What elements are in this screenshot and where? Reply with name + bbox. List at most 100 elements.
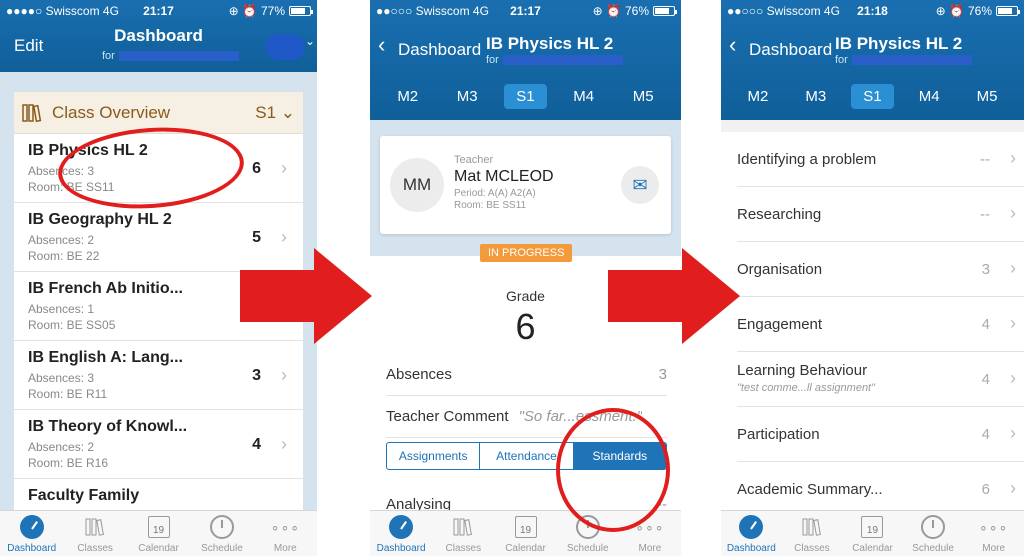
chevron-right-icon: › xyxy=(1010,423,1016,443)
chevron-right-icon: › xyxy=(1010,368,1016,388)
redacted-name xyxy=(118,51,239,62)
gauge-shape xyxy=(19,515,44,539)
books-icon xyxy=(22,103,42,122)
email-teacher-button[interactable]: ✉ xyxy=(621,166,659,204)
class-grade: 3 xyxy=(252,367,261,384)
standard-value: 4 xyxy=(981,426,990,443)
standard-value: 4 xyxy=(981,371,990,388)
chevron-right-icon: › xyxy=(281,158,287,178)
tab-schedule[interactable]: Schedule xyxy=(190,511,253,556)
status-bar: ●●●●○ Swisscom 4G 21:17 ⊕ ⏰ 77% xyxy=(0,0,317,22)
tab-dashboard[interactable]: Dashboard xyxy=(721,511,782,556)
standard-label: Researching xyxy=(737,206,822,223)
tab-m2[interactable]: M2 xyxy=(736,84,781,109)
class-name: Faculty Family xyxy=(28,487,140,504)
gauge-shape xyxy=(739,515,764,539)
page-subtitle: for xyxy=(486,54,623,66)
standard-value: 6 xyxy=(981,481,990,498)
books-icon xyxy=(799,514,825,540)
tab-classes[interactable]: Classes xyxy=(432,511,494,556)
account-switcher-button[interactable] xyxy=(265,34,315,60)
tab-label: More xyxy=(982,543,1006,554)
battery-icon xyxy=(996,6,1020,16)
absences-row[interactable]: Absences 3 xyxy=(386,354,667,396)
tab-label: Calendar xyxy=(852,543,893,554)
tab-s1[interactable]: S1 xyxy=(851,83,894,109)
lock-rotation-icon: ⊕ ⏰ xyxy=(935,4,964,18)
standards-screen: ●●○○○ Swisscom 4G 21:18 ⊕ ⏰ 76% ‹ Dashbo… xyxy=(721,0,1024,556)
calendar-day: 19 xyxy=(147,516,170,538)
teacher-comment-label: Teacher Comment xyxy=(386,408,509,425)
tab-label: Dashboard xyxy=(7,543,57,554)
redacted-name xyxy=(851,55,972,66)
chevron-right-icon: › xyxy=(1010,258,1016,278)
tab-m4[interactable]: M4 xyxy=(561,84,606,109)
chevron-left-icon[interactable]: ‹ xyxy=(378,34,385,56)
standard-label: Organisation xyxy=(737,261,823,278)
tab-more[interactable]: ∘∘∘ More xyxy=(963,511,1024,556)
tab-m3[interactable]: M3 xyxy=(793,84,838,109)
redacted-name xyxy=(502,55,623,66)
tab-m5[interactable]: M5 xyxy=(965,84,1010,109)
tab-label: Calendar xyxy=(138,543,179,554)
subtitle-for: for xyxy=(835,54,848,66)
standard-row[interactable]: Learning Behaviour "test comme...ll assig… xyxy=(737,352,1024,407)
back-button[interactable]: Dashboard xyxy=(398,40,481,60)
standard-comment: "test comme...ll assignment" xyxy=(737,382,876,394)
tab-classes[interactable]: Classes xyxy=(63,511,126,556)
calendar-icon: 19 xyxy=(146,514,172,540)
standards-list: Identifying a problem -- › Researching -- › Or… xyxy=(721,120,1024,517)
tab-m5[interactable]: M5 xyxy=(621,84,666,109)
tab-schedule[interactable]: Schedule xyxy=(903,511,964,556)
tab-label: Schedule xyxy=(566,543,609,554)
chevron-left-icon[interactable]: ‹ xyxy=(729,34,736,56)
class-name: IB Theory of Knowl... xyxy=(28,418,188,435)
chevron-right-icon: › xyxy=(1010,203,1016,223)
clock-icon xyxy=(209,514,235,540)
standard-row[interactable]: Identifying a problem -- › xyxy=(737,132,1024,187)
lock-rotation-icon: ⊕ ⏰ xyxy=(592,4,621,18)
dashboard-gauge-icon xyxy=(388,514,414,540)
standard-label: Academic Summary... xyxy=(737,481,883,498)
tab-classes[interactable]: Classes xyxy=(782,511,843,556)
tab-m3[interactable]: M3 xyxy=(445,84,490,109)
class-meta: Absences: 2 Room: BE R16 xyxy=(28,439,289,471)
tab-calendar[interactable]: 19 Calendar xyxy=(494,511,556,556)
status-bar: ●●○○○ Swisscom 4G 21:18 ⊕ ⏰ 76% xyxy=(721,0,1024,22)
standard-row[interactable]: Researching -- › xyxy=(737,187,1024,242)
tab-label: More xyxy=(638,543,662,554)
teacher-section: MM Teacher Mat MCLEOD Period: A(A) A2(A)… xyxy=(370,120,681,256)
more-dots-icon: ∘∘∘ xyxy=(979,514,1007,540)
back-button[interactable]: Dashboard xyxy=(749,40,832,60)
tab-dashboard[interactable]: Dashboard xyxy=(370,511,432,556)
clock-icon xyxy=(920,514,946,540)
dashboard-gauge-icon xyxy=(738,514,764,540)
tab-label: Schedule xyxy=(201,543,243,554)
tab-s1[interactable]: S1 xyxy=(504,83,547,109)
subtitle-for: for xyxy=(486,54,499,66)
tab-calendar[interactable]: 19 Calendar xyxy=(842,511,903,556)
term-segmented-control: M2 M3 S1 M4 M5 xyxy=(370,72,681,120)
tab-assignments[interactable]: Assignments xyxy=(387,443,481,469)
tab-calendar[interactable]: 19 Calendar xyxy=(127,511,190,556)
class-meta: Absences: 3 Room: BE R11 xyxy=(28,370,289,402)
clock: 21:17 xyxy=(510,4,541,18)
class-grade: 5 xyxy=(252,229,261,246)
standard-value: -- xyxy=(980,206,990,223)
tab-dashboard[interactable]: Dashboard xyxy=(0,511,63,556)
standard-row[interactable]: Participation 4 › xyxy=(737,407,1024,462)
class-row[interactable]: IB Theory of Knowl... Absences: 2 Room: BE… xyxy=(14,410,303,479)
standard-row[interactable]: Engagement 4 › xyxy=(737,297,1024,352)
class-row[interactable]: IB English A: Lang... Absences: 3 Room: BE… xyxy=(14,341,303,410)
tab-m4[interactable]: M4 xyxy=(907,84,952,109)
standard-row[interactable]: Organisation 3 › xyxy=(737,242,1024,297)
teacher-card[interactable]: MM Teacher Mat MCLEOD Period: A(A) A2(A)… xyxy=(380,136,671,234)
standard-row[interactable]: Academic Summary... 6 › xyxy=(737,462,1024,517)
highlight-circle xyxy=(556,408,670,532)
clock: 21:17 xyxy=(143,4,174,18)
semester-dropdown[interactable]: S1 ⌄ xyxy=(255,103,295,123)
teacher-role: Teacher xyxy=(454,154,494,166)
calendar-day: 19 xyxy=(861,516,884,538)
tab-m2[interactable]: M2 xyxy=(385,84,430,109)
tab-more[interactable]: ∘∘∘ More xyxy=(254,511,317,556)
